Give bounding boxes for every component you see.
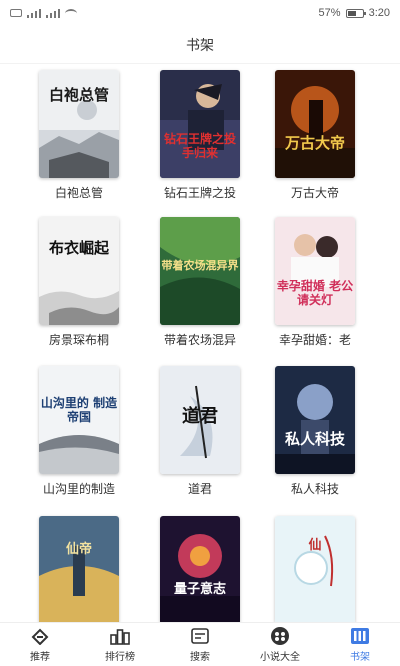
bottom-tab-bar: 推荐 排行榜 搜索 小说大全 书架 <box>0 622 400 666</box>
tab-search[interactable]: 搜索 <box>160 623 240 666</box>
status-right: 57% 3:20 <box>319 7 390 19</box>
cover-text: 带着农场混异界 <box>161 259 239 272</box>
wifi-icon <box>65 8 77 18</box>
signal-icon <box>27 8 41 18</box>
signal-icon-2 <box>46 8 60 18</box>
book-item[interactable]: 布衣崛起 房景琛布桐 <box>34 217 124 348</box>
book-cover-art <box>275 217 355 325</box>
cover-text: 幸孕甜婚 老公 请关灯 <box>276 279 354 307</box>
cover-text: 山沟里的 制造帝国 <box>40 396 118 424</box>
book-cover[interactable]: 仙 <box>275 516 355 624</box>
book-item[interactable]: 量子意志 <box>155 516 245 624</box>
book-item[interactable]: 山沟里的 制造帝国 山沟里的制造 <box>34 366 124 497</box>
cover-text: 白袍总管 <box>48 86 109 104</box>
battery-icon <box>345 8 366 18</box>
book-title: 私人科技 <box>290 482 339 496</box>
book-cover[interactable]: 钻石王牌之投手归来 <box>160 70 240 178</box>
library-icon <box>269 626 291 646</box>
cover-text: 量子意志 <box>173 582 226 597</box>
book-cover[interactable]: 道君 <box>160 366 240 474</box>
tab-label: 推荐 <box>30 652 50 663</box>
book-cover[interactable]: 量子意志 <box>160 516 240 624</box>
book-item[interactable]: 仙帝 <box>34 516 124 624</box>
cover-text: 钻石王牌之投手归来 <box>163 132 236 160</box>
book-cover[interactable]: 幸孕甜婚 老公 请关灯 <box>275 217 355 325</box>
book-cover[interactable]: 万古大帝 <box>275 70 355 178</box>
battery-percent: 57% <box>318 7 341 19</box>
cover-text: 布衣崛起 <box>48 239 109 257</box>
tab-label: 书架 <box>350 652 370 663</box>
book-item[interactable]: 幸孕甜婚 老公 请关灯 幸孕甜婚：老 <box>270 217 360 348</box>
book-item[interactable]: 白袍总管 白袍总管 <box>34 70 124 201</box>
book-cover-art <box>275 366 355 474</box>
recommend-icon <box>29 626 51 646</box>
status-bar: 57% 3:20 <box>0 0 400 26</box>
book-cover-art <box>160 516 240 624</box>
book-title: 山沟里的制造 <box>42 482 115 496</box>
sim-card-icon <box>10 9 22 17</box>
book-cover-art <box>275 70 355 178</box>
tab-recommend[interactable]: 推荐 <box>0 623 80 666</box>
cover-text: 私人科技 <box>284 430 345 448</box>
book-title: 钻石王牌之投 <box>163 186 236 200</box>
status-left <box>10 8 77 18</box>
cover-text: 仙帝 <box>65 542 92 557</box>
book-title: 白袍总管 <box>54 186 103 200</box>
book-item[interactable]: 万古大帝 万古大帝 <box>270 70 360 201</box>
cover-text: 万古大帝 <box>284 134 345 152</box>
book-title: 房景琛布桐 <box>48 333 109 347</box>
book-title: 道君 <box>187 482 212 496</box>
ranking-icon <box>109 626 131 646</box>
book-item[interactable]: 私人科技 私人科技 <box>270 366 360 497</box>
book-item[interactable]: 道君 道君 <box>155 366 245 497</box>
book-cover[interactable]: 带着农场混异界 <box>160 217 240 325</box>
tab-ranking[interactable]: 排行榜 <box>80 623 160 666</box>
book-item[interactable]: 仙 <box>270 516 360 624</box>
book-title: 万古大帝 <box>290 186 339 200</box>
cover-text: 仙 <box>308 538 322 553</box>
book-cover-art <box>39 217 119 325</box>
bookshelf-icon <box>349 626 371 646</box>
tab-label: 排行榜 <box>105 652 135 663</box>
tab-library[interactable]: 小说大全 <box>240 623 320 666</box>
book-cover-art <box>275 516 355 624</box>
search-icon <box>189 626 211 646</box>
book-cover[interactable]: 白袍总管 <box>39 70 119 178</box>
book-item[interactable]: 钻石王牌之投手归来 钻石王牌之投 <box>155 70 245 201</box>
cover-text: 道君 <box>182 406 218 427</box>
tab-label: 小说大全 <box>260 652 300 663</box>
book-title: 带着农场混异 <box>163 333 236 347</box>
book-cover[interactable]: 私人科技 <box>275 366 355 474</box>
book-cover-art <box>160 70 240 178</box>
book-cover-art <box>39 516 119 624</box>
book-cover[interactable]: 山沟里的 制造帝国 <box>39 366 119 474</box>
tab-label: 搜索 <box>190 652 210 663</box>
page-title: 书架 <box>186 36 214 53</box>
book-cover[interactable]: 布衣崛起 <box>39 217 119 325</box>
tab-bookshelf[interactable]: 书架 <box>320 623 400 666</box>
book-item[interactable]: 带着农场混异界 带着农场混异 <box>155 217 245 348</box>
page-header: 书架 <box>0 26 400 64</box>
status-time: 3:20 <box>368 7 390 19</box>
book-cover[interactable]: 仙帝 <box>39 516 119 624</box>
book-title: 幸孕甜婚：老 <box>278 333 351 347</box>
